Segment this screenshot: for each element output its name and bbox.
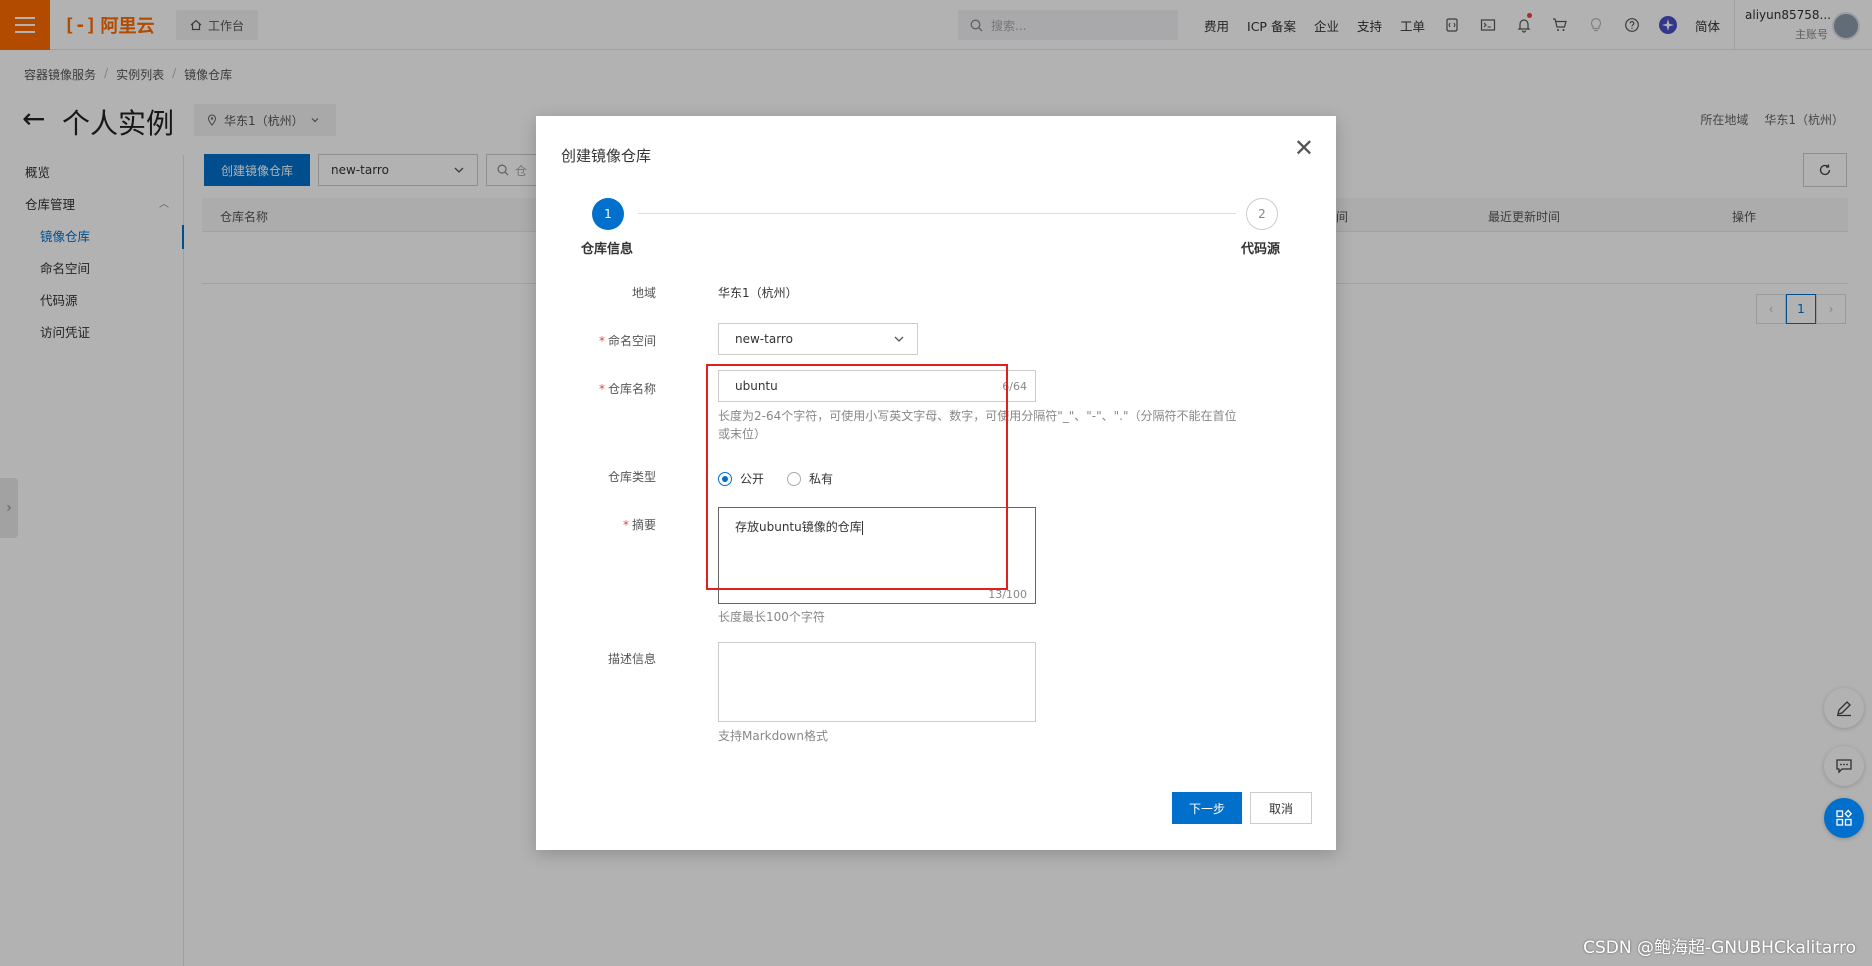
summary-field-label: * 摘要 <box>536 516 656 533</box>
repo-name-label-text: 仓库名称 <box>607 382 656 396</box>
repo-type-public-label: 公开 <box>740 472 765 486</box>
summary-label-text: 摘要 <box>631 518 656 532</box>
close-icon[interactable]: ✕ <box>1294 136 1314 160</box>
create-repo-dialog: 创建镜像仓库 ✕ 1 2 仓库信息 代码源 地域 华东1（杭州） * 命名空间 n… <box>536 116 1336 850</box>
step-2-label: 代码源 <box>1241 242 1281 257</box>
required-mark: * <box>598 382 605 396</box>
required-mark: * <box>622 518 629 532</box>
repo-type-private-label: 私有 <box>809 472 834 486</box>
step-2-indicator: 2 <box>1246 198 1278 230</box>
repo-type-private-radio[interactable]: 私有 <box>787 470 833 487</box>
repo-name-hint: 长度为2-64个字符，可使用小写英文字母、数字，可使用分隔符"_"、"-"、".… <box>718 409 1237 441</box>
repo-type-field-label: 仓库类型 <box>607 470 656 484</box>
apps-grid-icon <box>1836 809 1853 826</box>
summary-counter: 13/100 <box>988 588 1027 601</box>
cancel-button[interactable]: 取消 <box>1250 792 1312 824</box>
repo-name-value: ubuntu <box>735 379 778 393</box>
region-field-label: 地域 <box>631 286 656 300</box>
next-step-button[interactable]: 下一步 <box>1172 792 1242 824</box>
radio-unchecked-icon <box>787 471 801 486</box>
namespace-select[interactable]: new-tarro <box>718 323 918 355</box>
summary-hint: 长度最长100个字符 <box>718 610 825 624</box>
watermark: CSDN @鲍海超-GNUBHCkalitarro <box>1583 938 1856 958</box>
repo-name-input[interactable]: ubuntu 6/64 <box>718 370 1036 402</box>
step-connector <box>638 213 1236 214</box>
region-field-value: 华东1（杭州） <box>718 286 798 300</box>
text-caret <box>861 520 863 535</box>
description-textarea[interactable] <box>718 642 1036 722</box>
repo-name-counter: 6/64 <box>1002 379 1027 393</box>
step-1-indicator: 1 <box>592 198 624 230</box>
repo-type-public-radio[interactable]: 公开 <box>718 470 764 487</box>
namespace-field-label: * 命名空间 <box>536 332 656 349</box>
summary-textarea[interactable]: 存放ubuntu镜像的仓库 13/100 <box>718 507 1036 604</box>
required-mark: * <box>598 334 605 348</box>
repo-name-field-label: * 仓库名称 <box>536 380 656 397</box>
description-hint: 支持Markdown格式 <box>718 729 828 743</box>
dialog-title: 创建镜像仓库 <box>561 147 652 165</box>
apps-grid-button[interactable] <box>1824 798 1864 838</box>
summary-value: 存放ubuntu镜像的仓库 <box>735 520 862 534</box>
namespace-label-text: 命名空间 <box>607 334 656 348</box>
radio-checked-icon <box>718 471 732 486</box>
chevron-down-icon <box>894 336 904 342</box>
description-field-label: 描述信息 <box>607 652 656 666</box>
namespace-select-value: new-tarro <box>735 332 793 346</box>
step-1-label: 仓库信息 <box>581 242 634 257</box>
